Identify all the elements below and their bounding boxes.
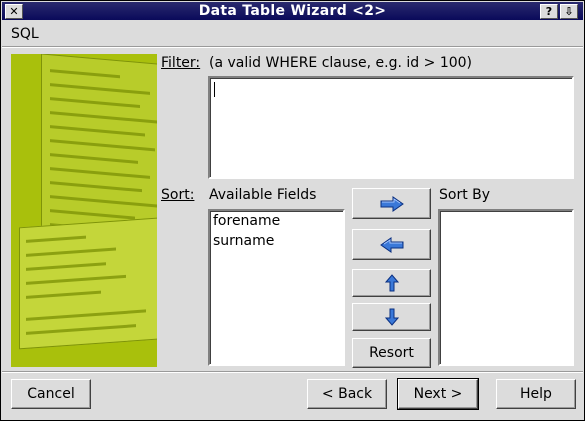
list-item-surname[interactable]: surname <box>213 233 274 249</box>
add-field-button[interactable] <box>352 188 431 219</box>
filter-hint: (a valid WHERE clause, e.g. id > 100) <box>209 55 472 71</box>
help-label: Help <box>520 386 552 402</box>
window-menu-button[interactable]: ⇩ <box>560 4 578 19</box>
cancel-button[interactable]: Cancel <box>11 379 91 409</box>
footer-divider <box>2 371 583 373</box>
available-fields-list[interactable]: forename surname <box>208 209 345 366</box>
text-caret <box>214 82 215 97</box>
filter-input[interactable] <box>208 76 574 179</box>
context-help-button[interactable]: ? <box>540 4 558 19</box>
arrow-up-icon <box>384 274 399 292</box>
menu-icon: ⇩ <box>564 5 574 18</box>
remove-field-button[interactable] <box>352 229 431 260</box>
art-front-form <box>19 216 157 350</box>
move-down-button[interactable] <box>352 303 431 331</box>
resort-button[interactable]: Resort <box>352 338 431 368</box>
help-icon: ? <box>545 5 553 18</box>
sort-by-list[interactable] <box>438 209 574 366</box>
header-divider <box>2 46 583 48</box>
list-item-forename[interactable]: forename <box>213 213 280 229</box>
arrow-left-icon <box>379 236 403 253</box>
filter-label: Filter: <box>161 55 201 71</box>
move-up-button[interactable] <box>352 269 431 297</box>
help-button[interactable]: Help <box>496 379 576 409</box>
cancel-label: Cancel <box>27 386 75 402</box>
back-button[interactable]: < Back <box>307 379 387 409</box>
arrow-down-icon <box>384 308 399 326</box>
page-title: SQL <box>11 26 39 42</box>
available-fields-title: Available Fields <box>209 187 317 203</box>
arrow-right-icon <box>380 195 404 212</box>
wizard-side-image <box>11 54 157 367</box>
window-title: Data Table Wizard <2> <box>198 3 387 19</box>
back-label: < Back <box>321 386 373 402</box>
next-button[interactable]: Next > <box>397 378 479 410</box>
resort-label: Resort <box>369 345 414 361</box>
sort-label: Sort: <box>161 187 195 203</box>
title-bar[interactable]: ✕ Data Table Wizard <2> ? ⇩ <box>2 2 583 20</box>
wizard-window: ✕ Data Table Wizard <2> ? ⇩ SQL Filter: … <box>0 0 585 421</box>
sort-by-title: Sort By <box>439 187 491 203</box>
next-label: Next > <box>413 386 463 402</box>
